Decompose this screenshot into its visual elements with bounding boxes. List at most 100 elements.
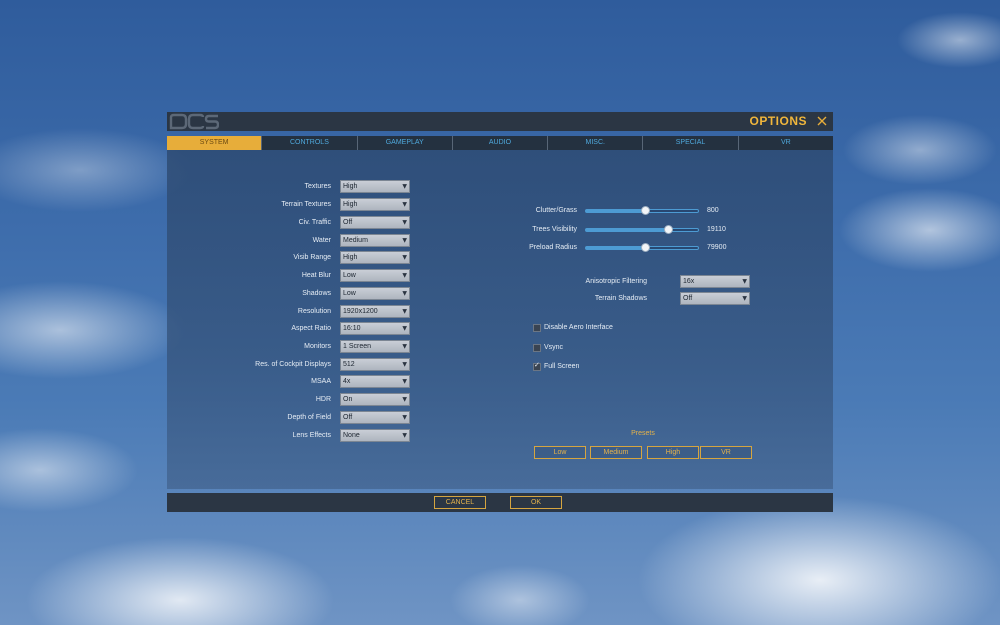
setting-label: Anisotropic Filtering [585,278,647,285]
tab-special[interactable]: SPECIAL [643,136,739,150]
slider-row-clutter-grass: Clutter/Grass [467,205,577,217]
select-value: Off [683,295,693,302]
select-value: 16x [683,278,695,285]
clutter-grass-slider[interactable] [585,206,699,215]
slider-label: Preload Radius [529,244,577,251]
chevron-down-icon: ▼ [402,396,407,403]
select-value: Low [343,272,356,279]
chevron-down-icon: ▼ [402,290,407,297]
setting-row-terrain-shadows: Terrain Shadows [547,293,647,305]
setting-label: Lens Effects [292,432,331,439]
trees-visibility-slider[interactable] [585,225,699,234]
select-value: High [343,254,358,261]
visib-range-select[interactable]: High ▼ [340,251,410,264]
select-value: Medium [343,237,368,244]
tab-controls[interactable]: CONTROLS [262,136,358,150]
chevron-down-icon: ▼ [402,343,407,350]
chevron-down-icon: ▼ [402,272,407,279]
civ-traffic-select[interactable]: Off ▼ [340,216,410,229]
setting-label: Depth of Field [287,414,331,421]
window-title: OPTIONS [749,114,807,128]
setting-label: MSAA [311,378,331,385]
select-value: High [343,201,358,208]
terrain-textures-select[interactable]: High ▼ [340,198,410,211]
chevron-down-icon: ▼ [402,254,407,261]
slider-thumb[interactable] [641,243,651,252]
slider-fill [586,247,646,249]
trees-visibility-value: 19110 [707,226,726,233]
checkbox-label: Vsync [544,344,564,351]
footer-bar: CANCEL OK [167,493,833,512]
setting-label: Civ. Traffic [298,219,331,226]
water-select[interactable]: Medium ▼ [340,234,410,247]
checkbox-label: Full Screen [544,363,580,370]
close-icon[interactable] [815,114,829,128]
resolution-select[interactable]: 1920x1200 ▼ [340,305,410,318]
chevron-down-icon: ▼ [402,219,407,226]
setting-label: Res. of Cockpit Displays [255,361,331,368]
vsync-checkbox[interactable] [533,344,541,352]
cockpit-displays-select[interactable]: 512 ▼ [340,358,410,371]
slider-row-preload-radius: Preload Radius [467,242,577,254]
system-settings-panel: Textures High ▼ Terrain Textures High ▼ … [167,150,833,489]
tab-vr[interactable]: VR [739,136,833,150]
setting-label: Water [312,237,331,244]
slider-thumb[interactable] [663,225,673,234]
preset-low-button[interactable]: Low [534,446,586,459]
monitors-select[interactable]: 1 Screen ▼ [340,340,410,353]
slider-fill [586,210,646,212]
chevron-down-icon: ▼ [402,183,407,190]
anisotropic-filtering-select[interactable]: 16x ▼ [680,275,750,288]
select-value: None [343,432,360,439]
preset-high-button[interactable]: High [647,446,699,459]
lens-effects-select[interactable]: None ▼ [340,429,410,442]
shadows-select[interactable]: Low ▼ [340,287,410,300]
setting-label: Aspect Ratio [291,325,331,332]
hdr-select[interactable]: On ▼ [340,393,410,406]
disable-aero-checkbox[interactable] [533,324,541,332]
chevron-down-icon: ▼ [402,361,407,368]
setting-label: Monitors [304,343,331,350]
chevron-down-icon: ▼ [402,414,407,421]
tab-system[interactable]: SYSTEM [167,136,263,150]
ok-button[interactable]: OK [510,496,562,509]
slider-fill [586,229,668,231]
textures-select[interactable]: High ▼ [340,180,410,193]
setting-label: Visib Range [293,254,331,261]
msaa-select[interactable]: 4x ▼ [340,375,410,388]
full-screen-checkbox[interactable]: ✓ [533,361,541,371]
select-value: Off [343,219,353,226]
options-window: OPTIONS SYSTEM CONTROLS GAMEPLAY AUDIO M… [167,112,833,512]
chevron-down-icon: ▼ [402,308,407,315]
dcs-logo [169,113,219,130]
preset-medium-button[interactable]: Medium [590,446,642,459]
select-value: High [343,183,358,190]
terrain-shadows-select[interactable]: Off ▼ [680,292,750,305]
slider-thumb[interactable] [641,206,651,215]
setting-label: Terrain Shadows [594,295,647,302]
slider-label: Clutter/Grass [535,207,577,214]
tab-misc[interactable]: MISC. [548,136,644,150]
select-value: 1920x1200 [343,308,378,315]
heat-blur-select[interactable]: Low ▼ [340,269,410,282]
depth-of-field-select[interactable]: Off ▼ [340,411,410,424]
cancel-button[interactable]: CANCEL [434,496,486,509]
tab-gameplay[interactable]: GAMEPLAY [358,136,453,150]
tab-bar: SYSTEM CONTROLS GAMEPLAY AUDIO MISC. SPE… [167,136,833,150]
title-bar: OPTIONS [167,112,833,131]
chevron-down-icon: ▼ [742,295,747,302]
chevron-down-icon: ▼ [402,325,407,332]
slider-row-trees-visibility: Trees Visibility [467,224,577,236]
preset-vr-button[interactable]: VR [700,446,752,459]
preload-radius-slider[interactable] [585,243,699,252]
setting-label: Heat Blur [301,272,331,279]
tab-audio[interactable]: AUDIO [453,136,549,150]
setting-label: Terrain Textures [281,201,331,208]
select-value: Low [343,290,356,297]
checkbox-label: Disable Aero Interface [544,324,613,331]
aspect-ratio-select[interactable]: 16:10 ▼ [340,322,410,335]
check-icon: ✓ [534,361,540,369]
select-value: 512 [343,361,355,368]
select-value: Off [343,414,353,421]
presets-title: Presets [631,430,655,437]
